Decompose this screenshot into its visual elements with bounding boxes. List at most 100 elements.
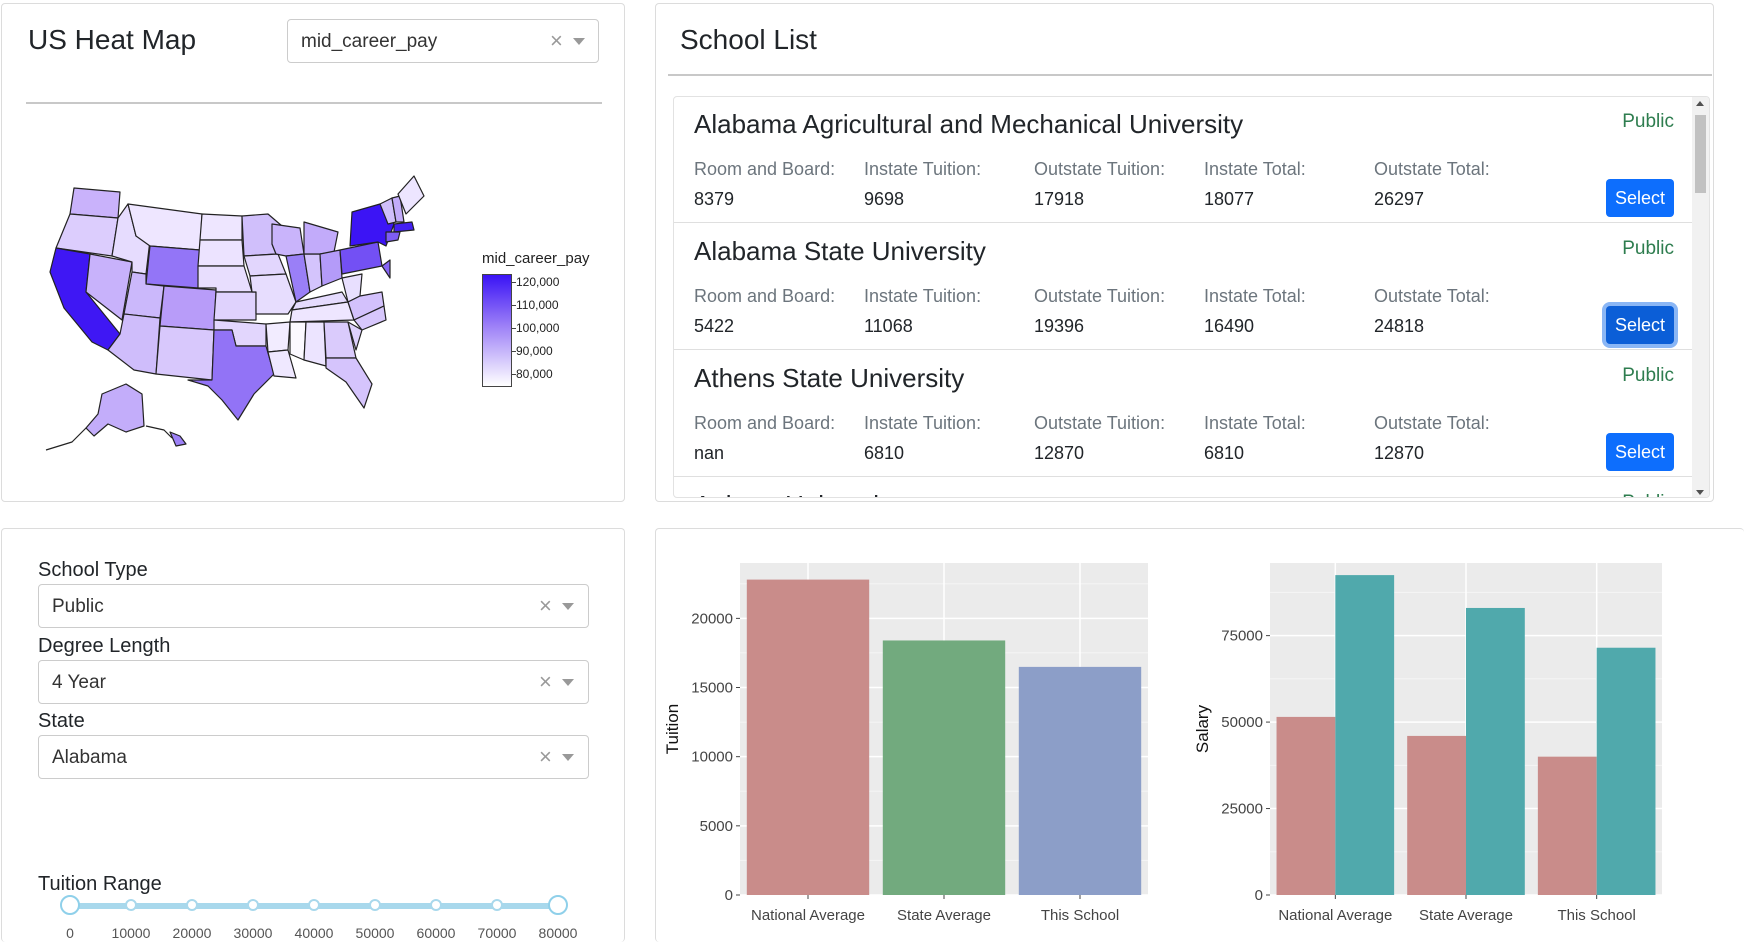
bar [1335,575,1395,895]
y-tick-label: 15000 [691,680,733,697]
y-tick-label: 50000 [1221,714,1263,731]
slider-mark-label: 10000 [111,925,151,941]
scrollbar[interactable] [1692,97,1709,497]
slider-mark-label: 50000 [355,925,395,941]
state-nebraska [197,265,253,293]
metric-dropdown[interactable]: mid_career_pay × [287,19,599,63]
state-alabama [303,321,327,367]
degree-length-label: Degree Length [38,635,171,657]
slider-mark-label: 0 [66,925,74,941]
legend-title: mid_career_pay [482,250,590,267]
school-type-badge: Public [1622,238,1674,259]
field-value: 24818 [1374,316,1425,336]
field-label: Room and Board: [694,413,836,433]
state-colorado [159,285,217,331]
bar [746,579,870,895]
field-value: 9698 [864,189,905,209]
y-tick-label: 10000 [691,749,733,766]
field-value: 16490 [1204,316,1255,336]
state-south-dakota [197,239,245,267]
x-tick-label: National Average [1278,907,1392,924]
state-missouri [249,273,297,315]
field-value: 11068 [864,316,913,336]
field-label: Outstate Tuition: [1034,413,1166,433]
slider-mark-label: 60000 [416,925,456,941]
bar [1466,607,1525,895]
school-name: Alabama State University [694,236,986,266]
heatmap-title: US Heat Map [28,24,197,55]
state-new-mexico [155,325,215,381]
filters-card: School Type Public × Degree Length 4 Yea… [1,528,625,942]
field-label: Instate Tuition: [864,159,982,179]
divider [668,74,1712,76]
state-dropdown[interactable]: Alabama × [38,735,589,779]
chevron-down-icon[interactable] [562,679,574,686]
clear-icon[interactable]: × [539,744,552,770]
bar [882,640,1006,895]
field-label: Outstate Total: [1374,413,1490,433]
slider-step-dot [308,899,320,911]
school-name: Athens State University [694,363,965,393]
salary-bar-chart: 0 25000 50000 75000 National Average State Av… [1193,563,1662,924]
chevron-down-icon[interactable] [562,754,574,761]
chevron-down-icon[interactable] [573,38,585,45]
field-value: 5422 [694,316,735,336]
state-florida [325,357,373,409]
slider-mark-label: 80000 [538,925,578,941]
x-tick-label: State Average [1419,907,1513,924]
us-choropleth-map[interactable] [42,174,452,464]
clear-icon[interactable]: × [539,593,552,619]
select-school-button[interactable]: Select [1606,179,1674,217]
y-tick-label: 75000 [1221,628,1263,645]
school-row: Alabama Agricultural and Mechanical Univ… [674,97,1694,223]
scrollbar-thumb[interactable] [1695,115,1706,193]
color-scale-bar [482,274,512,387]
y-axis-label: Salary [1193,704,1212,753]
slider-handle[interactable] [60,895,80,915]
school-list-card: School List Alabama Agricultural and Mec… [655,3,1714,502]
slider-mark-label: 40000 [294,925,334,941]
slider-mark-label: 70000 [477,925,517,941]
state-arizona [107,313,161,375]
degree-length-dropdown[interactable]: 4 Year × [38,660,589,704]
school-type-dropdown[interactable]: Public × [38,584,589,628]
chevron-down-icon[interactable] [562,603,574,610]
slider-step-dot [125,899,137,911]
field-label: Room and Board: [694,286,836,306]
bar [1537,756,1597,895]
field-label: Instate Tuition: [864,286,982,306]
state-iowa [243,253,287,277]
state-kansas [213,291,257,321]
state-connecticut [385,231,401,243]
slider-step-dot [430,899,442,911]
state-north-dakota [199,213,243,241]
y-tick-label: 0 [725,887,733,904]
field-label: Outstate Total: [1374,159,1490,179]
school-list-scroll[interactable]: Alabama Agricultural and Mechanical Univ… [673,96,1710,498]
clear-icon[interactable]: × [539,669,552,695]
school-type-badge: Public [1622,492,1674,497]
clear-icon[interactable]: × [550,28,563,54]
select-school-button[interactable]: Select [1606,433,1674,471]
tuition-range-label: Tuition Range [38,873,162,895]
legend-tick-label: 100,000 [516,321,560,335]
school-type-badge: Public [1622,365,1674,386]
y-tick-label: 5000 [700,818,733,835]
scroll-up-icon[interactable] [1696,101,1704,106]
bar [1276,716,1336,895]
state-wisconsin [271,223,305,257]
scroll-down-icon[interactable] [1696,490,1704,495]
field-label: Outstate Tuition: [1034,159,1166,179]
school-list-title: School List [680,24,817,55]
y-tick-label: 0 [1255,887,1263,904]
state-wyoming [145,245,201,289]
select-school-button[interactable]: Select [1606,306,1674,344]
degree-length-value: 4 Year [52,672,106,693]
field-label: Outstate Total: [1374,286,1490,306]
state-pennsylvania [339,241,383,275]
field-value: 6810 [864,443,905,463]
slider-handle[interactable] [548,895,568,915]
field-value: 8379 [694,189,735,209]
state-label: State [38,710,85,732]
field-value: 19396 [1034,316,1085,336]
